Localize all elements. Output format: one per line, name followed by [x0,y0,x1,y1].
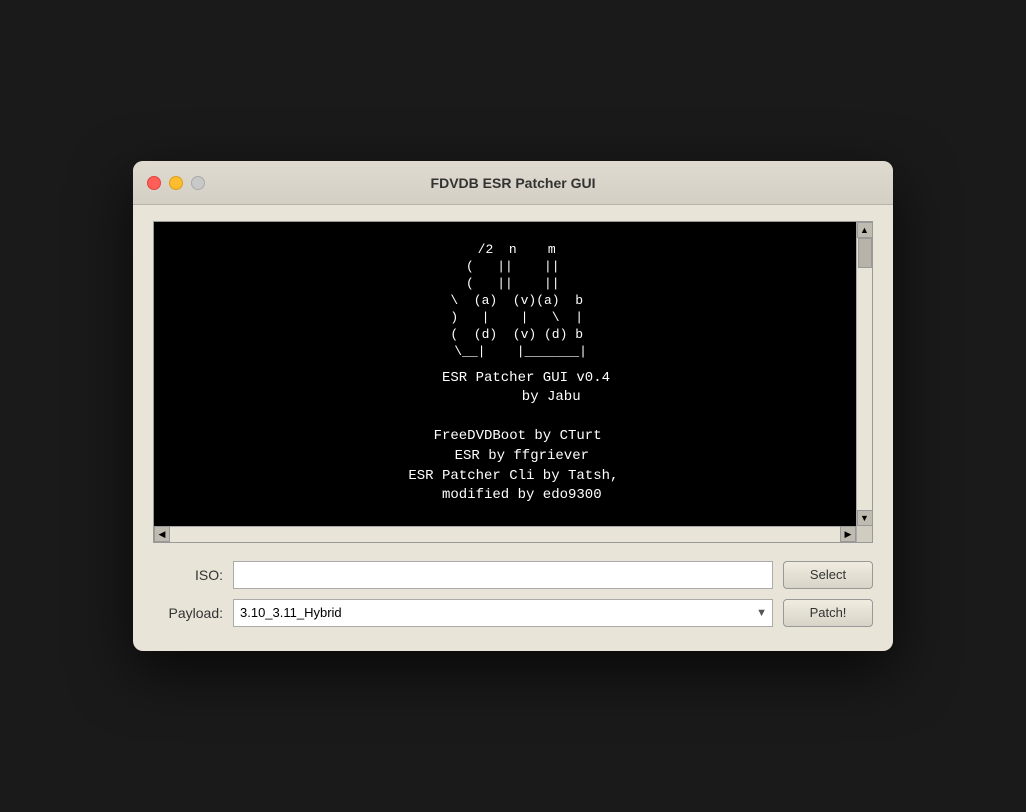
select-button[interactable]: Select [783,561,873,589]
patch-button[interactable]: Patch! [783,599,873,627]
scroll-track-horizontal[interactable] [170,527,840,542]
terminal-wrapper: /2 n m ( || || ( || || \ (a) (v)(a) b ) … [153,221,873,542]
scroll-track-vertical[interactable] [857,238,872,509]
terminal-content: /2 n m ( || || ( || || \ (a) (v)(a) b ) … [154,222,856,525]
payload-dropdown-wrapper: 3.10_3.11_Hybrid 3.10_3.11_Hybrid_v2 4.0… [233,599,773,627]
scroll-left-button[interactable]: ◀ [154,526,170,542]
window-title: FDVDB ESR Patcher GUI [431,175,596,191]
payload-label: Payload: [153,605,223,621]
iso-row: ISO: Select [153,561,873,589]
scroll-corner [856,526,872,542]
window-content: /2 n m ( || || ( || || \ (a) (v)(a) b ) … [133,205,893,650]
maximize-button[interactable] [191,176,205,190]
horizontal-scrollbar: ◀ ▶ [154,526,872,542]
terminal-main-row: /2 n m ( || || ( || || \ (a) (v)(a) b ) … [154,222,872,525]
controls-section: ISO: Select Payload: 3.10_3.11_Hybrid 3.… [153,561,873,627]
vertical-scrollbar: ▲ ▼ [856,222,872,525]
payload-select[interactable]: 3.10_3.11_Hybrid 3.10_3.11_Hybrid_v2 4.0… [233,599,773,627]
terminal-area: /2 n m ( || || ( || || \ (a) (v)(a) b ) … [154,222,856,525]
minimize-button[interactable] [169,176,183,190]
close-button[interactable] [147,176,161,190]
iso-label: ISO: [153,567,223,583]
window-controls [147,176,205,190]
scroll-right-button[interactable]: ▶ [840,526,856,542]
scroll-up-button[interactable]: ▲ [857,222,873,238]
payload-row: Payload: 3.10_3.11_Hybrid 3.10_3.11_Hybr… [153,599,873,627]
scroll-thumb-vertical[interactable] [858,238,872,268]
iso-input[interactable] [233,561,773,589]
ascii-art: /2 n m ( || || ( || || \ (a) (v)(a) b ) … [170,242,840,360]
title-bar: FDVDB ESR Patcher GUI [133,161,893,205]
main-window: FDVDB ESR Patcher GUI /2 n m ( || || ( |… [133,161,893,650]
scroll-down-button[interactable]: ▼ [857,510,873,526]
